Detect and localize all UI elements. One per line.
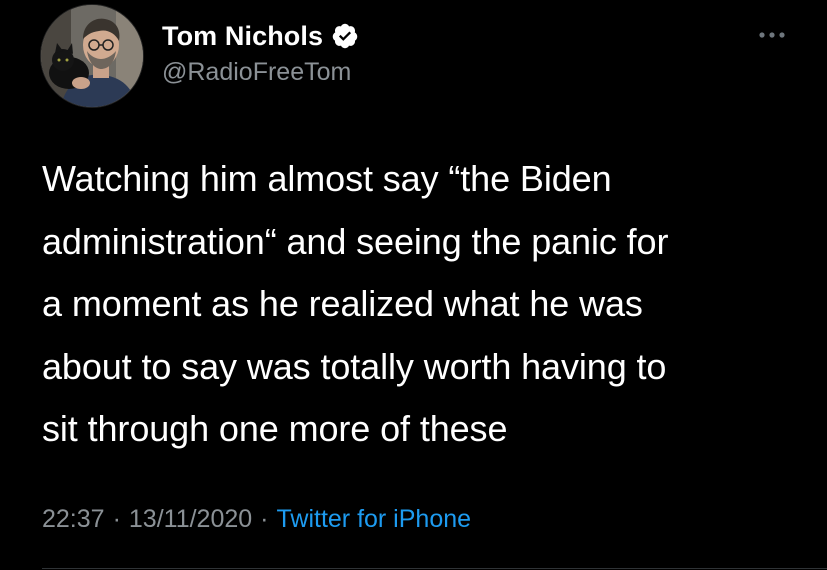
tweet-date[interactable]: 13/11/2020 [129, 505, 252, 534]
tweet-text: Watching him almost say “the Biden admin… [42, 158, 669, 449]
user-handle[interactable]: @RadioFreeTom [162, 58, 359, 87]
user-info: Tom Nichols @RadioFreeTom [162, 16, 359, 87]
tweet-time[interactable]: 22:37 [42, 505, 105, 534]
tweet-card: Tom Nichols @RadioFreeTom Watching him a… [0, 0, 827, 570]
meta-separator: · [112, 505, 121, 533]
avatar[interactable] [40, 4, 144, 108]
display-name-row: Tom Nichols [162, 16, 359, 56]
tweet-meta: 22:37 · 13/11/2020 · Twitter for iPhone [42, 505, 471, 534]
divider [42, 568, 827, 569]
display-name[interactable]: Tom Nichols [162, 21, 323, 52]
tweet-source-link[interactable]: Twitter for iPhone [277, 505, 472, 534]
meta-separator: · [260, 505, 269, 533]
avatar-photo-icon [41, 5, 143, 107]
verified-badge-icon [331, 22, 359, 50]
more-options-icon[interactable] [757, 28, 789, 40]
